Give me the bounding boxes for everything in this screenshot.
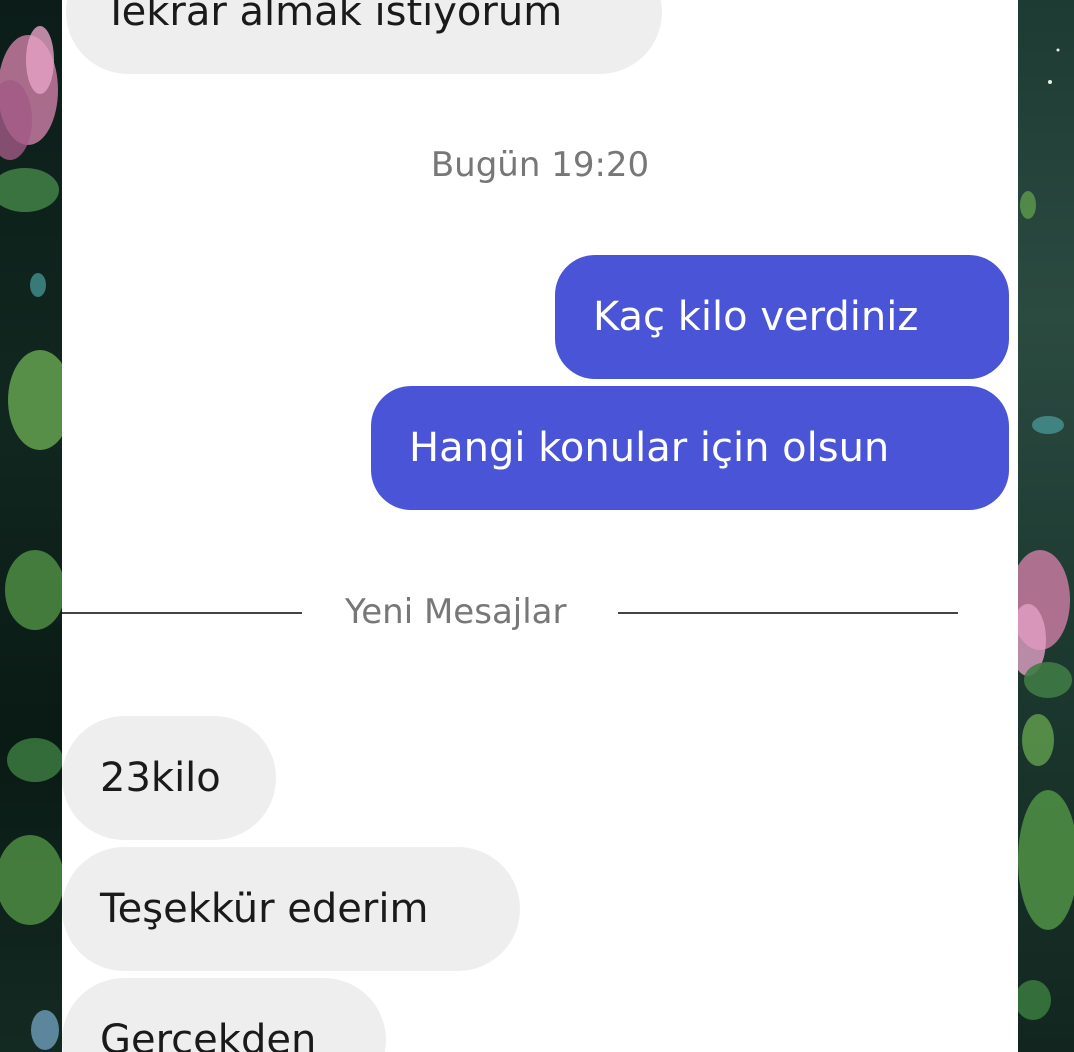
- chat-thread[interactable]: Tekrar almak istiyorum Bugün 19:20 Kaç k…: [62, 0, 1018, 1052]
- divider-line-left: [62, 612, 302, 614]
- timestamp: Bugün 19:20: [430, 145, 650, 185]
- divider-line-right: [618, 612, 958, 614]
- outgoing-message[interactable]: Hangi konular için olsun: [371, 386, 1009, 510]
- incoming-message[interactable]: Teşekkür ederim: [62, 847, 520, 971]
- message-text: 23kilo: [100, 755, 221, 801]
- outgoing-message[interactable]: Kaç kilo verdiniz: [555, 255, 1009, 379]
- divider-label: Yeni Mesajlar: [345, 592, 567, 632]
- flower-decoration: [1018, 48, 1074, 1020]
- background-right-wallpaper: [1018, 0, 1074, 1052]
- message-text: Gerçekden: [100, 1017, 317, 1052]
- new-messages-divider: Yeni Mesajlar: [62, 590, 1018, 640]
- message-text: Tekrar almak istiyorum: [104, 0, 563, 35]
- incoming-message[interactable]: Gerçekden: [62, 978, 386, 1052]
- background-left-wallpaper: [0, 0, 62, 1052]
- message-text: Teşekkür ederim: [100, 886, 429, 932]
- flower-decoration: [0, 26, 62, 1050]
- message-text: Hangi konular için olsun: [409, 425, 890, 471]
- message-text: Kaç kilo verdiniz: [593, 294, 919, 340]
- incoming-message[interactable]: 23kilo: [62, 716, 276, 840]
- incoming-message[interactable]: Tekrar almak istiyorum: [66, 0, 662, 74]
